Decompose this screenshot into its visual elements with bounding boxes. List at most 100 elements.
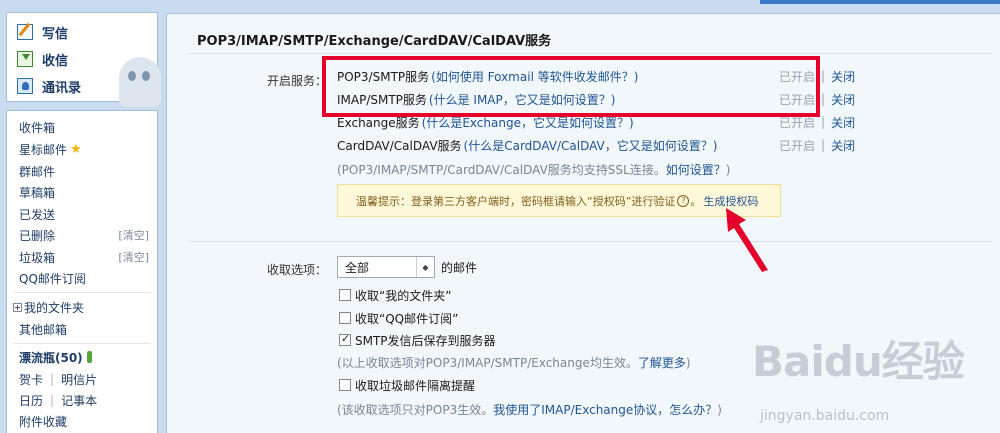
help-circle-icon[interactable]: ? — [677, 194, 690, 207]
spam-note-end: ) — [717, 403, 722, 417]
imap-exchange-help-link[interactable]: 我使用了IMAP/Exchange协议，怎么办？ — [493, 403, 717, 417]
auth-code-tip: 温馨提示：登录第三方客户端时，密码框请输入“授权码”进行验证 ?。生成授权码 — [337, 184, 781, 217]
receive-label: 收信 — [42, 53, 69, 69]
tip-dot: 。 — [690, 194, 702, 208]
disable-exchange-button[interactable]: 关闭 — [831, 114, 855, 131]
folder-deleted-label: 已删除 — [19, 228, 56, 243]
top-accent-bar — [760, 0, 1000, 4]
receive-options-label: 收取选项： — [267, 263, 328, 277]
clear-deleted-link[interactable]: [清空] — [118, 227, 149, 243]
learn-more-link[interactable]: 了解更多 — [638, 356, 686, 370]
folder-qq-subscribe[interactable]: QQ邮件订阅 — [19, 268, 151, 288]
folder-inbox-label: 收件箱 — [19, 120, 56, 135]
checkbox-checked[interactable] — [339, 332, 351, 346]
option-receive-my-folders[interactable]: 收取“我的文件夹” — [339, 286, 451, 304]
checkbox[interactable] — [339, 379, 351, 391]
baidu-watermark-url: jingyan.baidu.com — [760, 408, 890, 424]
folder-my-folders-label: 我的文件夹 — [24, 300, 85, 315]
folder-other-mailbox-label: 其他邮箱 — [19, 322, 68, 337]
checkbox[interactable] — [339, 289, 351, 301]
drift-bottle-label: 漂流瓶(50) — [19, 350, 83, 365]
checkbox[interactable] — [339, 312, 351, 324]
annotation-highlight-box — [322, 56, 820, 117]
folder-drafts[interactable]: 草稿箱 — [19, 182, 151, 202]
receive-scope-value: 全部 — [345, 260, 370, 275]
divider — [189, 53, 992, 54]
option-spam-quarantine[interactable]: 收取垃圾邮件隔离提醒 — [339, 376, 475, 394]
ssl-setup-link[interactable]: 如何设置？ — [666, 163, 726, 177]
contacts-button[interactable]: 通讯录 — [17, 75, 81, 97]
quick-actions-panel: 写信 收信 通讯录 — [6, 12, 161, 107]
notebook-link[interactable]: 记事本 — [61, 392, 97, 409]
service-state-carddav: 已开启 | 关闭 — [779, 135, 859, 155]
folder-deleted[interactable]: 已删除 [清空] — [19, 225, 151, 245]
service-name: CardDAV/CalDAV服务 — [337, 138, 462, 153]
calendar-link[interactable]: 日历 — [19, 392, 43, 409]
folder-qq-subscribe-label: QQ邮件订阅 — [19, 271, 86, 286]
inbox-download-icon — [17, 51, 33, 67]
folder-spam[interactable]: 垃圾箱 [清空] — [19, 247, 151, 267]
folder-group-label: 群邮件 — [19, 164, 56, 179]
folder-attachments-label: 附件收藏 — [19, 414, 68, 429]
option-label: 收取“QQ邮件订阅” — [355, 311, 459, 326]
address-book-icon — [17, 78, 33, 94]
disable-pop3-button[interactable]: 关闭 — [831, 68, 855, 85]
option-receive-qq-subscribe[interactable]: 收取“QQ邮件订阅” — [339, 309, 458, 327]
status-enabled: 已开启 — [779, 138, 816, 153]
ssl-note: (POP3/IMAP/SMTP/CardDAV/CalDAV服务均支持SSL连接… — [337, 161, 730, 178]
expand-icon[interactable] — [13, 302, 22, 312]
drift-bottle-link[interactable]: 漂流瓶(50) — [19, 347, 151, 367]
options-note-text: (以上收取选项对POP3/IMAP/SMTP/Exchange均生效。 — [337, 356, 638, 370]
separator: | — [50, 393, 55, 407]
penguin-mascot-icon — [119, 57, 161, 107]
compose-button[interactable]: 写信 — [17, 21, 68, 43]
divider — [13, 292, 151, 293]
folder-spam-label: 垃圾箱 — [19, 250, 56, 265]
option-label: SMTP发信后保存到服务器 — [355, 333, 496, 348]
disable-imap-button[interactable]: 关闭 — [831, 91, 855, 108]
select-arrows-icon: ◆ — [416, 257, 434, 277]
spam-note: (该收取选项只对POP3生效。我使用了IMAP/Exchange协议，怎么办？) — [337, 401, 722, 418]
folder-group[interactable]: 群邮件 — [19, 161, 151, 181]
divider — [13, 343, 151, 344]
cards-row: 贺卡 | 明信片 — [19, 369, 151, 389]
service-help-link[interactable]: (什么是CardDAV/CalDAV，它又是如何设置？) — [464, 137, 718, 154]
folder-inbox[interactable]: 收件箱 — [19, 117, 151, 137]
contacts-label: 通讯录 — [42, 80, 82, 96]
folder-starred-label: 星标邮件 — [19, 142, 68, 157]
star-icon: ★ — [70, 141, 82, 157]
folder-starred[interactable]: 星标邮件 ★ — [19, 139, 151, 159]
option-label: 收取“我的文件夹” — [355, 288, 452, 303]
disable-carddav-button[interactable]: 关闭 — [831, 137, 855, 154]
option-label: 收取垃圾邮件隔离提醒 — [355, 378, 476, 393]
tip-text: 温馨提示：登录第三方客户端时，密码框请输入“授权码”进行验证 — [356, 194, 676, 208]
compose-label: 写信 — [42, 26, 69, 42]
greeting-card-link[interactable]: 贺卡 — [19, 371, 43, 388]
option-smtp-save-sent[interactable]: SMTP发信后保存到服务器 — [339, 331, 496, 349]
left-sidebar: 写信 收信 通讯录 收件箱 星标邮件 ★ 群邮件 草稿箱 已发送 已删除 [清空] … — [0, 0, 161, 433]
folder-sent[interactable]: 已发送 — [19, 204, 151, 224]
spam-note-text: (该收取选项只对POP3生效。 — [337, 403, 494, 417]
postcard-link[interactable]: 明信片 — [61, 371, 97, 388]
options-note: (以上收取选项对POP3/IMAP/SMTP/Exchange均生效。了解更多) — [337, 354, 691, 371]
bottle-icon — [86, 351, 92, 363]
baidu-watermark-logo: Baidu经验 — [752, 337, 965, 386]
folder-sent-label: 已发送 — [19, 207, 56, 222]
folder-attachments[interactable]: 附件收藏 — [19, 411, 151, 431]
receive-suffix: 的邮件 — [441, 261, 478, 275]
page-title: POP3/IMAP/SMTP/Exchange/CardDAV/CalDAV服务 — [197, 34, 552, 49]
folder-list: 收件箱 星标邮件 ★ 群邮件 草稿箱 已发送 已删除 [清空] 垃圾箱 [清空] QQ… — [6, 110, 158, 433]
folder-drafts-label: 草稿箱 — [19, 185, 56, 200]
separator: | — [821, 138, 826, 152]
receive-scope-select[interactable]: 全部 ◆ — [337, 256, 435, 278]
tools-row: 日历 | 记事本 — [19, 390, 151, 410]
options-note-end: ) — [685, 356, 691, 370]
separator: | — [821, 115, 826, 129]
folder-other-mailbox[interactable]: 其他邮箱 — [19, 319, 151, 339]
enable-service-label: 开启服务： — [267, 74, 328, 88]
separator: | — [821, 92, 826, 106]
separator: | — [50, 372, 55, 386]
clear-spam-link[interactable]: [清空] — [118, 249, 149, 265]
receive-button[interactable]: 收信 — [17, 48, 68, 70]
folder-my-folders[interactable]: 我的文件夹 — [13, 297, 151, 317]
